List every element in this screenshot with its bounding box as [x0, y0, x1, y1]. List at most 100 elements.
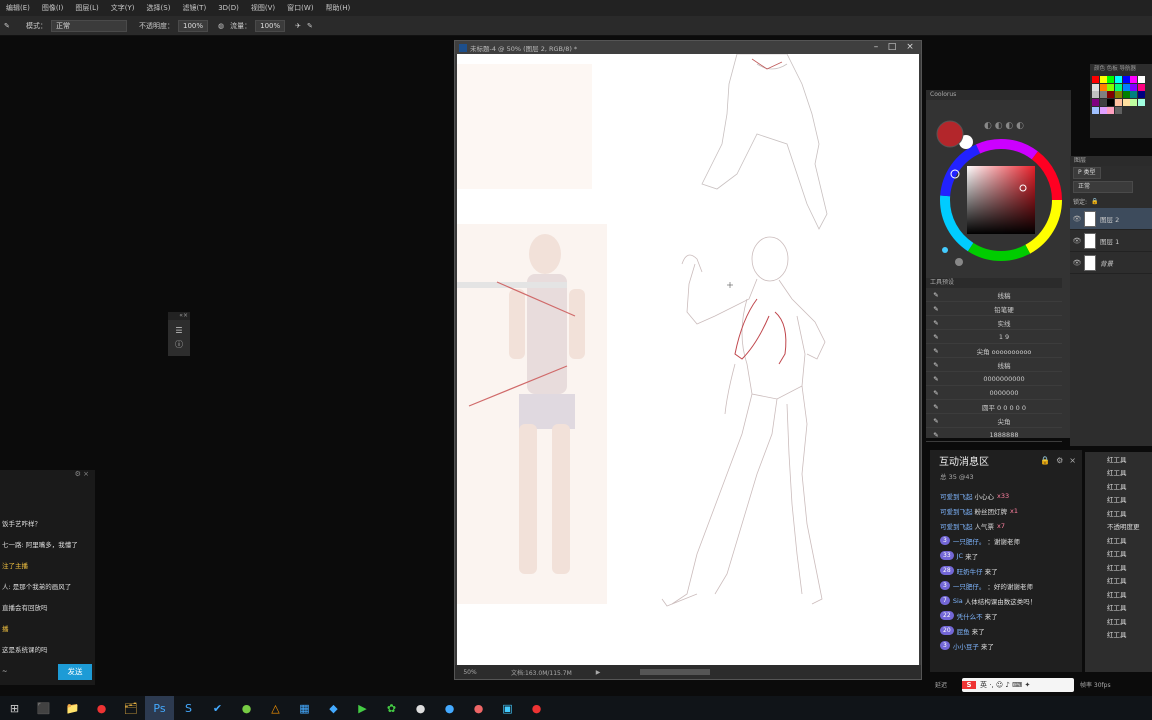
color-swatch[interactable] [1122, 76, 1130, 84]
history-row[interactable]: 红工具 [1085, 452, 1152, 466]
info-icon[interactable]: ⓘ [168, 339, 190, 350]
color-swatch[interactable] [1115, 99, 1123, 107]
taskbar-app-icon[interactable]: 🗂 [116, 696, 145, 720]
color-swatch[interactable] [1107, 91, 1115, 99]
menu-layer[interactable]: 图层(L) [69, 3, 104, 13]
layer-filter-select[interactable]: P 类型 [1073, 167, 1101, 179]
color-swatch[interactable] [1099, 91, 1107, 99]
color-swatch[interactable] [1137, 76, 1145, 84]
settings-icon[interactable]: ⚙ [75, 470, 81, 478]
nickname[interactable]: 屁鱼 [957, 626, 970, 636]
taskbar-app-icon[interactable]: ● [522, 696, 551, 720]
history-row[interactable]: 红工具 [1085, 479, 1152, 493]
menu-window[interactable]: 窗口(W) [281, 3, 319, 13]
history-row[interactable]: 红工具 [1085, 547, 1152, 561]
coolorus-color-wheel[interactable]: ◐ ◐ ◐ ◐ [926, 100, 1071, 268]
collapse-icon[interactable]: «× [168, 312, 190, 320]
tool-presets-tab[interactable]: 工具预设 [926, 278, 1062, 288]
nickname[interactable]: 可爱到飞起 [940, 491, 973, 501]
color-swatch[interactable] [1099, 76, 1107, 84]
close-icon[interactable]: × [83, 470, 89, 478]
history-row[interactable]: 红工具 [1085, 560, 1152, 574]
preset-row[interactable]: ✎ 1888888 [926, 428, 1062, 442]
menu-edit[interactable]: 编辑(E) [0, 3, 36, 13]
taskbar-app-icon[interactable]: S [174, 696, 203, 720]
sogou-icon[interactable]: S [962, 681, 976, 689]
coolorus-tab[interactable]: Coolorus [926, 90, 1071, 100]
color-swatch[interactable] [1122, 91, 1130, 99]
color-swatch[interactable] [1099, 83, 1107, 91]
maximize-icon[interactable]: □ [885, 41, 899, 53]
color-swatch[interactable] [1130, 91, 1138, 99]
mode-select[interactable]: 正常 [51, 19, 127, 32]
close-icon[interactable]: × [1069, 456, 1076, 465]
zoom-level[interactable]: 50% [455, 669, 485, 676]
color-swatch[interactable] [1099, 106, 1107, 114]
canvas[interactable] [457, 54, 919, 666]
airbrush-icon[interactable]: ✈ [295, 22, 301, 30]
send-button[interactable]: 发送 [58, 664, 92, 680]
taskbar-app-icon[interactable]: ● [435, 696, 464, 720]
eye-icon[interactable]: 👁 [1070, 237, 1084, 245]
taskbar-app-icon[interactable]: ◆ [319, 696, 348, 720]
taskbar-app-icon[interactable]: ✿ [377, 696, 406, 720]
status-arrow-icon[interactable]: ▶ [596, 669, 601, 676]
color-swatch[interactable] [1137, 91, 1145, 99]
color-swatch[interactable] [1107, 106, 1115, 114]
taskbar-app-icon[interactable]: ✔ [203, 696, 232, 720]
preset-row[interactable]: ✎ 圆平 0 0 0 0 0 [926, 400, 1062, 414]
close-icon[interactable]: × [903, 41, 917, 53]
tab-swatches[interactable]: 色板 [1107, 66, 1118, 72]
preset-row[interactable]: ✎ 线稿 [926, 288, 1062, 302]
eye-icon[interactable]: 👁 [1070, 215, 1084, 223]
settings-icon[interactable]: ⚙ [1056, 456, 1063, 465]
color-swatch[interactable] [1122, 99, 1130, 107]
brush-tool-icon[interactable]: ✎ [4, 22, 16, 30]
color-swatch[interactable] [1107, 76, 1115, 84]
color-swatch[interactable] [1115, 106, 1123, 114]
history-row[interactable]: 红工具 [1085, 628, 1152, 642]
eye-icon[interactable]: 👁 [1070, 259, 1084, 267]
preset-row[interactable]: ✎ 线稿 [926, 358, 1062, 372]
preset-row[interactable]: ✎ 1 9 [926, 330, 1062, 344]
history-row[interactable]: 红工具 [1085, 601, 1152, 615]
history-row[interactable]: 红工具 [1085, 493, 1152, 507]
history-row[interactable]: 红工具 [1085, 574, 1152, 588]
taskbar-app-icon[interactable]: ● [232, 696, 261, 720]
color-swatch[interactable] [1107, 99, 1115, 107]
menu-view[interactable]: 视图(V) [245, 3, 281, 13]
layer-row[interactable]: 👁 图层 1 [1070, 230, 1152, 252]
history-row[interactable]: 红工具 [1085, 533, 1152, 547]
layer-row[interactable]: 👁 背景 [1070, 252, 1152, 274]
layer-blend-select[interactable]: 正常 [1073, 181, 1133, 193]
history-row[interactable]: 红工具 [1085, 587, 1152, 601]
taskbar-app-icon[interactable]: 📁 [58, 696, 87, 720]
taskbar-app-icon[interactable]: △ [261, 696, 290, 720]
color-swatch[interactable] [1115, 76, 1123, 84]
preset-row[interactable]: ✎ 0000000000 [926, 372, 1062, 386]
color-swatch[interactable] [1130, 83, 1138, 91]
history-row[interactable]: 红工具 [1085, 614, 1152, 628]
history-row[interactable]: 红工具 [1085, 506, 1152, 520]
nickname[interactable]: JC [957, 552, 963, 560]
menu-type[interactable]: 文字(Y) [105, 3, 141, 13]
color-swatch[interactable] [1107, 83, 1115, 91]
nickname[interactable]: 旺奶牛仔 [957, 566, 983, 576]
opacity-field[interactable]: 100% [178, 19, 209, 32]
menu-help[interactable]: 帮助(H) [320, 3, 357, 13]
pressure-size-icon[interactable]: ✎ [307, 22, 313, 30]
history-row[interactable]: 红工具 [1085, 466, 1152, 480]
document-titlebar[interactable]: 未标题-4 @ 50% (图层 2, RGB/8) * – □ × [455, 41, 921, 54]
lock-icon[interactable]: 🔒 [1040, 456, 1050, 465]
taskbar-app-icon[interactable]: ● [87, 696, 116, 720]
taskbar-app-icon[interactable]: ▣ [493, 696, 522, 720]
menu-filter[interactable]: 滤镜(T) [176, 3, 212, 13]
properties-icon[interactable]: ☰ [168, 326, 190, 335]
preset-row[interactable]: ✎ 尖角 oooooooooo [926, 344, 1062, 358]
nickname[interactable]: Sia [953, 597, 963, 605]
taskbar-app-icon[interactable]: ⬛ [29, 696, 58, 720]
taskbar-app-icon[interactable]: ⊞ [0, 696, 29, 720]
preset-row[interactable]: ✎ 尖角 [926, 414, 1062, 428]
tab-color[interactable]: 颜色 [1094, 66, 1105, 72]
nickname[interactable]: 一只肥仔。 [953, 536, 986, 546]
